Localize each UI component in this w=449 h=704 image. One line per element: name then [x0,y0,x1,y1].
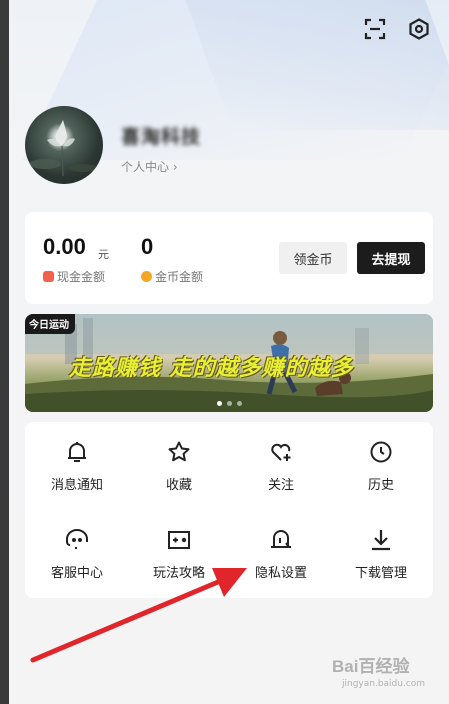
menu-item-privacy-settings[interactable]: 隐私设置 [231,510,331,590]
coin-icon [141,271,152,282]
menu-label: 收藏 [165,478,192,493]
pagination-dot[interactable] [236,401,242,406]
cash-label-text: 现金金额 [57,270,106,284]
withdraw-button[interactable]: 去提现 [357,242,425,274]
game-guide-icon [165,528,193,552]
bell-icon [66,440,88,464]
watermark-logo: Bai百经验 [332,657,410,676]
star-icon [167,440,191,464]
menu-item-follow[interactable]: 关注 [231,422,331,502]
download-icon [369,528,393,552]
cash-label: 现金金额 [43,268,105,285]
menu-label: 关注 [267,478,294,493]
cash-amount: 0.00 [43,234,86,259]
claim-coins-button[interactable]: 领金币 [279,242,347,274]
settings-hex-icon[interactable] [406,16,432,42]
banner-pagination [25,401,433,406]
personal-center-link[interactable]: 个人中心 › [121,158,178,175]
menu-label: 玩法攻略 [152,566,205,581]
promo-banner[interactable]: 今日运动 走路赚钱 走的越多赚的越多 [25,314,433,412]
privacy-lock-icon [269,528,293,552]
wallet-card: 0.00 元 现金金额 0 金币金额 领金币 去提现 [25,212,433,304]
coin-amount: 0 [141,234,154,259]
banner-tag: 今日运动 [25,314,75,334]
left-edge-strip [0,0,9,704]
username: 喜淘科技 [121,126,202,148]
cash-icon [43,271,54,282]
menu-item-history[interactable]: 历史 [331,422,431,502]
heart-plus-icon [269,440,293,464]
menu-item-notifications[interactable]: 消息通知 [27,422,127,502]
menu-item-download-management[interactable]: 下载管理 [331,510,431,590]
cash-unit: 元 [98,248,109,261]
menu-label: 下载管理 [354,566,407,581]
clock-icon [369,440,393,464]
menu-item-favorites[interactable]: 收藏 [129,422,229,502]
menu-item-game-guide[interactable]: 玩法攻略 [129,510,229,590]
feature-menu: 消息通知 收藏 关注 历史 客服中心 玩法攻略 隐私设置 下载管理 [25,422,433,598]
profile-screen: 喜淘科技 个人中心 › 0.00 元 现金金额 0 金币金额 领金币 去提现 今… [9,0,449,704]
watermark-url: jingyan.baidu.com [342,679,426,689]
menu-label: 消息通知 [50,478,103,493]
menu-label: 客服中心 [50,566,103,581]
headset-icon [64,528,90,552]
menu-item-customer-service[interactable]: 客服中心 [27,510,127,590]
menu-label: 历史 [367,478,394,493]
coin-label: 金币金额 [141,268,203,285]
pagination-dot[interactable] [216,401,222,406]
pagination-dot[interactable] [226,401,232,406]
menu-label: 隐私设置 [254,566,307,581]
coin-label-text: 金币金额 [155,270,204,284]
avatar[interactable] [25,106,103,184]
scan-icon[interactable] [362,16,388,42]
banner-headline: 走路赚钱 走的越多赚的越多 [69,356,354,381]
